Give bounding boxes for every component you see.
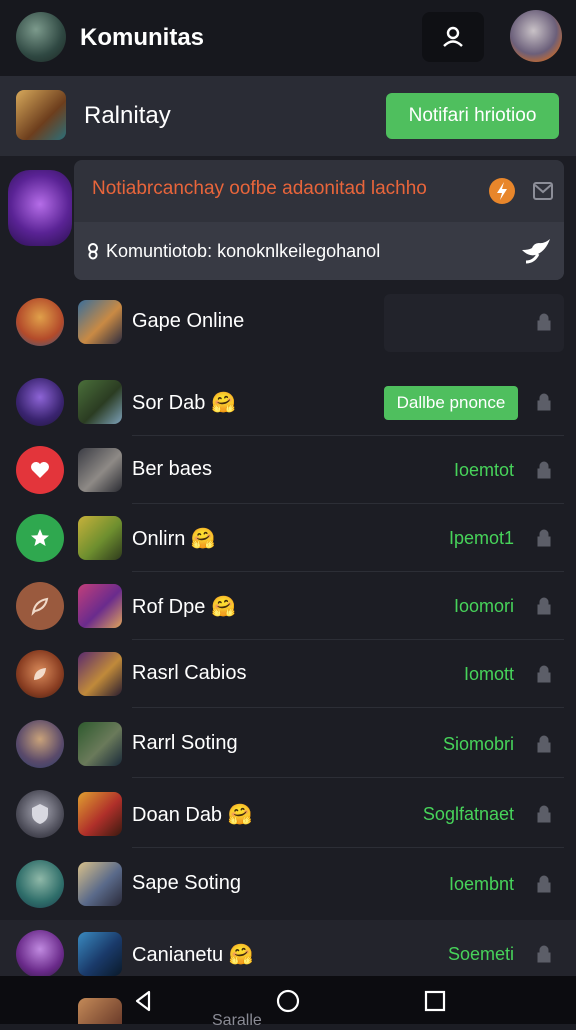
feather-icon (31, 597, 49, 616)
lock-icon[interactable] (534, 944, 554, 964)
avatar[interactable] (16, 582, 64, 630)
heart-icon (31, 462, 49, 478)
status-text: Ioemtot (453, 460, 514, 480)
leaf-icon (34, 668, 46, 680)
row-name: Doan Dab 🤗 (132, 804, 253, 826)
row-name: Rof Dpe 🤗 (132, 596, 236, 618)
lightning-icon (489, 178, 515, 204)
avatar[interactable] (16, 860, 64, 908)
list-item[interactable]: Rof Dpe 🤗 Ioomori (0, 572, 576, 640)
avatar[interactable] (16, 378, 64, 426)
game-icon[interactable] (78, 722, 122, 766)
notification-avatar[interactable] (8, 170, 72, 246)
star-avatar[interactable] (16, 514, 64, 562)
lock-icon[interactable] (534, 528, 554, 548)
notification-subtext: Komuntiotob: konoknlkeilegohanol (106, 241, 381, 261)
peek-label: Saralle (212, 1012, 262, 1029)
status-text: Soemeti (447, 944, 514, 964)
row-name: Rarrl Soting (132, 732, 238, 754)
avatar[interactable] (16, 790, 64, 838)
join-button[interactable]: Dallbe pnonce (384, 386, 518, 420)
list-item[interactable]: Ber baes Ioemtot (0, 436, 576, 504)
list-item[interactable]: Sor Dab 🤗 Dallbe pnonce (0, 368, 576, 436)
game-icon[interactable] (78, 380, 122, 424)
status-text: Soglfatnaet (422, 804, 514, 824)
lock-icon[interactable] (534, 460, 554, 480)
row-name: Sape Soting (132, 872, 241, 894)
row-name: Gape Online (132, 310, 245, 332)
avatar[interactable] (16, 298, 64, 346)
game-icon[interactable] (78, 792, 122, 836)
divider (132, 707, 564, 708)
person-icon (443, 26, 463, 47)
notification-panel[interactable]: Notiabrcanchay oofbe adaonitad lachho Ko… (74, 160, 564, 280)
status-text: Siomobri (442, 734, 514, 754)
lock-icon[interactable] (534, 734, 554, 754)
user-avatar[interactable] (16, 12, 66, 62)
game-icon[interactable] (78, 862, 122, 906)
game-icon[interactable] (78, 448, 122, 492)
community-title: Ralnitay (84, 102, 171, 129)
row-name: Sor Dab 🤗 (132, 392, 236, 414)
recents-icon[interactable] (422, 988, 448, 1014)
notification-text: Notiabrcanchay oofbe adaonitad lachho (92, 178, 427, 199)
star-icon (31, 529, 49, 546)
row-name: Ber baes (132, 458, 213, 480)
game-icon[interactable] (78, 300, 122, 344)
list-item[interactable]: Rarrl Soting Siomobri (0, 710, 576, 778)
profile-button[interactable] (422, 12, 484, 62)
notification-subrow: Komuntiotob: konoknlkeilegohanol (74, 222, 564, 280)
game-icon[interactable] (78, 932, 122, 976)
divider (132, 777, 564, 778)
lock-icon[interactable] (534, 874, 554, 894)
bird-icon[interactable] (520, 236, 552, 266)
page-title: Komunitas (80, 24, 205, 51)
mail-icon[interactable] (532, 180, 554, 202)
avatar[interactable] (16, 720, 64, 768)
community-header: Ralnitay Notifari hriotioo (0, 76, 576, 156)
link-icon (88, 243, 98, 260)
row-name: Onlirn 🤗 (132, 528, 216, 550)
lock-icon[interactable] (534, 804, 554, 824)
status-text: Ioembnt (448, 874, 514, 894)
lock-icon[interactable] (534, 664, 554, 684)
avatar[interactable] (16, 650, 64, 698)
row-name: Canianetu 🤗 (132, 944, 254, 966)
lock-icon[interactable] (534, 392, 554, 412)
notify-button[interactable]: Notifari hriotioo (386, 93, 559, 139)
game-icon[interactable] (78, 516, 122, 560)
list-item[interactable]: Gape Online (0, 288, 576, 356)
list-item[interactable]: Sape Soting Ioembnt (0, 850, 576, 918)
lock-icon[interactable] (534, 312, 554, 332)
game-icon[interactable] (78, 652, 122, 696)
shield-icon (32, 804, 48, 824)
list-item[interactable]: Onlirn 🤗 Ipemot1 (0, 504, 576, 572)
status-text: Iomott (463, 664, 514, 684)
list-item[interactable]: Rasrl Cabios Iomott (0, 640, 576, 708)
status-text: Ipemot1 (448, 528, 514, 548)
back-icon[interactable] (130, 988, 156, 1014)
list-item[interactable]: Doan Dab 🤗 Soglfatnaet (0, 780, 576, 848)
game-icon[interactable] (78, 998, 122, 1024)
lock-icon[interactable] (534, 596, 554, 616)
game-icon[interactable] (78, 584, 122, 628)
top-bar: Komunitas (0, 0, 576, 76)
avatar[interactable] (16, 930, 64, 978)
divider (132, 847, 564, 848)
friend-avatar[interactable] (510, 10, 562, 62)
status-text: Ioomori (453, 596, 514, 616)
home-icon[interactable] (275, 988, 301, 1014)
heart-avatar[interactable] (16, 446, 64, 494)
row-name: Rasrl Cabios (132, 662, 247, 684)
game-icon[interactable] (16, 90, 66, 140)
